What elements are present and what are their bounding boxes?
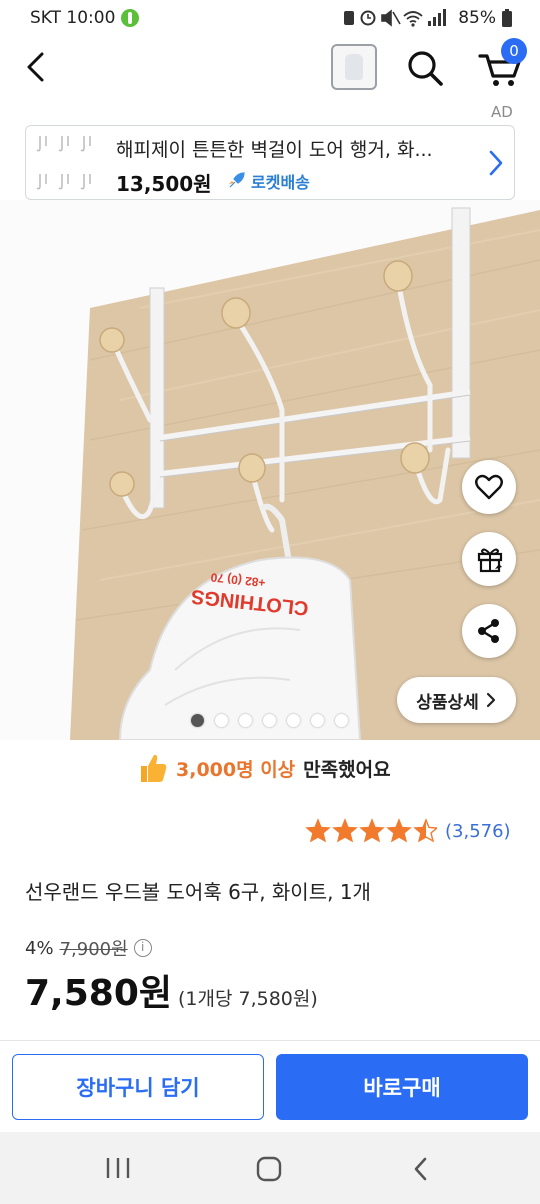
sale-price: 7,580원 [25, 973, 172, 1014]
satisfaction-banner: 3,000명 이상 만족했어요 [138, 752, 391, 784]
signal-bar-1 [428, 21, 432, 26]
product-thumbnail[interactable] [331, 44, 377, 90]
pagination-dot[interactable] [263, 714, 276, 727]
wood-ball-5 [238, 453, 266, 483]
star-4 [386, 818, 412, 843]
unit-price: (1개당 7,580원) [178, 988, 318, 1010]
review-count-link[interactable]: (3,576) [445, 821, 511, 842]
ad-banner[interactable]: 해피제이 튼튼한 벽걸이 도어 행거, 화... 13,500원 로켓배송 [25, 125, 515, 200]
ad-label: AD [491, 103, 513, 121]
gift-icon [477, 548, 503, 573]
discount-row: 4% 7,900원 i [25, 935, 152, 961]
signal-bar-3 [438, 13, 442, 26]
carrier-time: SKT 10:00 [30, 8, 116, 28]
discount-rate: 4% [25, 937, 54, 959]
ad-price: 13,500원 [116, 172, 212, 196]
rocket-delivery-label: 로켓배송 [251, 173, 310, 192]
product-title: 선우랜드 우드볼 도어훅 6구, 화이트, 1개 [25, 880, 371, 904]
leaf-badge-icon [121, 9, 140, 27]
gallery-pagination [191, 714, 348, 727]
home-icon[interactable] [256, 1156, 282, 1182]
pagination-dot[interactable] [239, 714, 252, 727]
share-button[interactable] [462, 604, 516, 658]
battery-saver-icon [344, 11, 355, 25]
share-icon [478, 619, 499, 643]
star-rating-icon [305, 818, 437, 843]
status-right: 85% [342, 8, 512, 28]
wifi-dot [411, 23, 415, 27]
mute-icon [381, 9, 401, 27]
wood-ball-2 [221, 297, 251, 329]
status-icons [344, 9, 447, 27]
pagination-dot[interactable] [335, 714, 348, 727]
wood-ball-6 [400, 442, 430, 474]
star-2 [332, 818, 358, 843]
battery-level: 85% [458, 8, 496, 28]
alarm-hands [367, 14, 372, 19]
add-to-cart-button[interactable]: 장바구니 담기 [12, 1054, 264, 1120]
product-photo: CLOTHINGS +82 (0) 70 [0, 200, 540, 740]
cart-count-badge: 0 [501, 38, 527, 64]
pagination-dot[interactable] [215, 714, 228, 727]
star-3 [359, 818, 385, 843]
product-detail-label: 상품상세 [416, 692, 479, 713]
chevron-right-icon [489, 150, 503, 176]
star-1 [305, 818, 331, 843]
wood-ball-3 [383, 260, 413, 292]
info-icon[interactable]: i [133, 939, 152, 957]
app-screen: SKT 10:00 85% 0 AD 해피제이 튼튼한 벽걸이 도어 행거, 화… [0, 0, 540, 1204]
rocket-delivery-badge: 로켓배송 [226, 169, 310, 193]
status-left: SKT 10:00 [30, 8, 140, 28]
status-bar: SKT 10:00 85% [0, 0, 540, 36]
thumbs-up-icon [141, 754, 167, 782]
chevron-left-icon[interactable] [22, 50, 50, 84]
battery-icon [502, 9, 512, 27]
original-price: 7,900원 [59, 939, 128, 960]
signal-bar-4 [443, 9, 447, 26]
rating[interactable]: (3,576) [305, 818, 511, 844]
bottom-action-bar: 장바구니 담기 바로구매 [0, 1040, 540, 1132]
satisfaction-highlight: 3,000명 이상 [176, 758, 296, 781]
recent-apps-icon[interactable] [104, 1156, 132, 1180]
wood-ball-1 [99, 327, 125, 353]
product-image-gallery[interactable]: CLOTHINGS +82 (0) 70 [0, 200, 540, 740]
search-icon[interactable] [405, 48, 445, 88]
pagination-dot[interactable] [287, 714, 300, 727]
wood-ball-4 [109, 471, 135, 497]
pagination-dot[interactable] [311, 714, 324, 727]
ad-thumbnail [36, 136, 91, 190]
back-icon[interactable] [410, 1156, 432, 1182]
price-row: 7,580원 (1개당 7,580원) [25, 964, 318, 1016]
product-detail-button[interactable]: 상품상세 [397, 677, 516, 723]
system-navigation-bar [0, 1132, 540, 1204]
gift-share-button[interactable] [462, 532, 516, 586]
rocket-icon [229, 172, 245, 188]
signal-bar-2 [433, 17, 437, 26]
ad-title: 해피제이 튼튼한 벽걸이 도어 행거, 화... [116, 139, 433, 161]
star-5-half [413, 818, 437, 843]
heart-icon [475, 474, 503, 500]
wishlist-button[interactable] [462, 460, 516, 514]
wifi-icon [403, 11, 423, 23]
satisfaction-text: 만족했어요 [303, 758, 391, 781]
top-nav [0, 36, 540, 100]
pagination-dot-active[interactable] [191, 714, 204, 727]
chevron-right-icon [486, 692, 495, 708]
buy-now-button[interactable]: 바로구매 [276, 1054, 528, 1120]
bracket-right [451, 207, 471, 459]
